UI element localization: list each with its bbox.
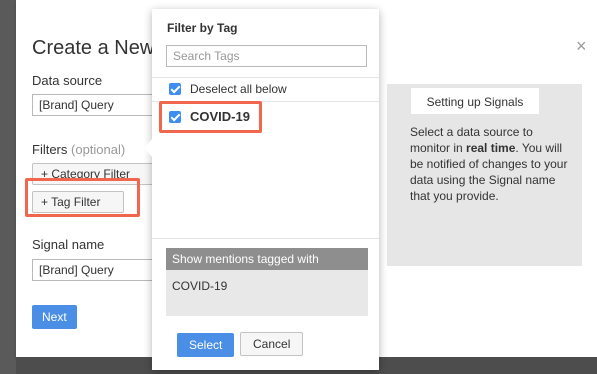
cancel-button[interactable]: Cancel bbox=[240, 332, 304, 356]
divider bbox=[152, 238, 379, 239]
signal-name-label: Signal name bbox=[32, 237, 105, 252]
search-tags-input[interactable]: Search Tags bbox=[166, 45, 367, 67]
filters-label-text: Filters bbox=[32, 142, 68, 157]
next-button[interactable]: Next bbox=[32, 305, 77, 329]
divider bbox=[152, 77, 379, 78]
signal-name-input[interactable]: [Brand] Query bbox=[32, 259, 172, 281]
mentions-tag-list: COVID-19 bbox=[166, 270, 368, 316]
checkbox-checked-icon[interactable] bbox=[169, 83, 181, 95]
info-panel: Setting up Signals Select a data source … bbox=[387, 84, 582, 266]
mentions-header: Show mentions tagged with bbox=[166, 248, 368, 270]
tag-row-covid-19[interactable]: COVID-19 bbox=[169, 109, 250, 124]
tag-label: COVID-19 bbox=[190, 109, 250, 124]
info-title: Setting up Signals bbox=[411, 88, 539, 114]
deselect-all-label: Deselect all below bbox=[190, 82, 287, 96]
checkbox-checked-icon[interactable] bbox=[169, 110, 181, 123]
data-source-label: Data source bbox=[32, 73, 103, 88]
data-source-select[interactable]: [Brand] Query bbox=[32, 94, 172, 116]
filters-label: Filters (optional) bbox=[32, 142, 125, 157]
popover-arrow bbox=[144, 139, 152, 157]
info-text-bold: real time bbox=[466, 141, 516, 155]
tag-filter-button[interactable]: + Tag Filter bbox=[32, 191, 124, 213]
popover-title: Filter by Tag bbox=[167, 21, 238, 35]
filters-optional-text: (optional) bbox=[71, 142, 126, 157]
close-icon[interactable]: × bbox=[576, 36, 587, 57]
info-text: Select a data source to monitor in real … bbox=[410, 124, 570, 204]
select-button[interactable]: Select bbox=[177, 333, 235, 357]
deselect-all-checkbox-row[interactable]: Deselect all below bbox=[169, 82, 287, 96]
filter-by-tag-popover: Filter by Tag Search Tags Deselect all b… bbox=[144, 9, 379, 370]
